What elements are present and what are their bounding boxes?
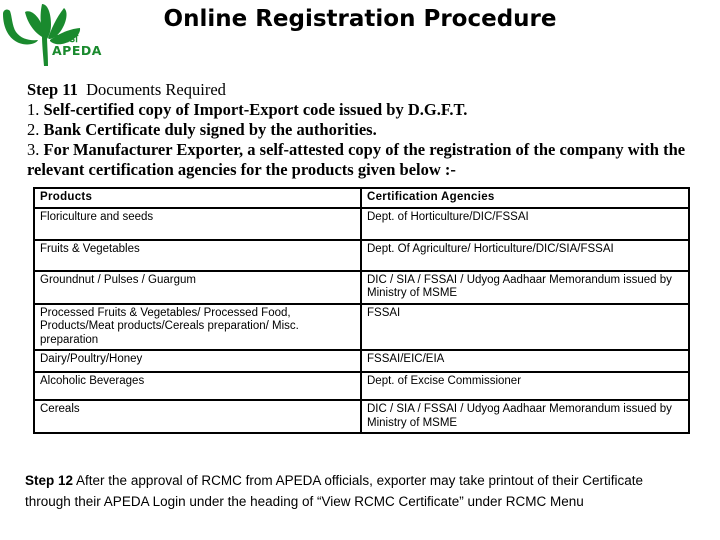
step12-section: Step 12 After the approval of RCMC from … [25,471,685,512]
step12-text: After the approval of RCMC from APEDA of… [25,473,644,509]
certification-agencies-table: Products Certification Agencies Floricul… [33,187,690,434]
table-header-row: Products Certification Agencies [33,187,690,209]
step11-section: Step 11 Documents Required 1. Self-certi… [27,80,695,180]
step11-heading-text: Documents Required [86,80,226,99]
document-item-number: 1. [27,100,40,119]
document-item-number: 2. [27,120,40,139]
table-row: Processed Fruits & Vegetables/ Processed… [33,302,690,351]
table-cell-agency: Dept. of Horticulture/DIC/FSSAI [360,206,690,241]
table-cell-product: Cereals [33,399,362,434]
table-row: Dairy/Poultry/Honey FSSAI/EIC/EIA [33,349,690,373]
step11-label: Step 11 [27,80,78,99]
table-header-products: Products [33,187,362,209]
step11-heading-line: Step 11 Documents Required [27,80,695,100]
table-cell-product: Groundnut / Pulses / Guargum [33,269,362,305]
table-cell-agency: DIC / SIA / FSSAI / Udyog Aadhaar Memora… [360,399,690,434]
table-cell-product: Fruits & Vegetables [33,238,362,272]
table-cell-agency: FSSAI [360,302,690,351]
table-cell-product: Alcoholic Beverages [33,371,362,401]
table-cell-agency: FSSAI/EIC/EIA [360,349,690,373]
document-item: 1. Self-certified copy of Import-Export … [27,100,695,120]
step12-label: Step 12 [25,473,74,488]
table-cell-product: Processed Fruits & Vegetables/ Processed… [33,302,362,351]
table-cell-agency: Dept. of Excise Commissioner [360,371,690,401]
table-cell-agency: Dept. Of Agriculture/ Horticulture/DIC/S… [360,238,690,272]
document-item-text: For Manufacturer Exporter, a self-attest… [27,140,686,179]
table-header-certification-agencies: Certification Agencies [360,187,690,209]
table-row: Groundnut / Pulses / Guargum DIC / SIA /… [33,269,690,305]
document-item-number: 3. [27,140,40,159]
document-item-text: Bank Certificate duly signed by the auth… [43,120,377,139]
table-row: Fruits & Vegetables Dept. Of Agriculture… [33,238,690,272]
table-cell-agency: DIC / SIA / FSSAI / Udyog Aadhaar Memora… [360,269,690,305]
table-row: Floriculture and seeds Dept. of Horticul… [33,206,690,241]
document-item-text: Self-certified copy of Import-Export cod… [43,100,468,119]
apeda-logo-english-text: APEDA [52,43,102,58]
page-header: एपीडा APEDA Online Registration Procedur… [0,0,720,78]
table-row: Cereals DIC / SIA / FSSAI / Udyog Aadhaa… [33,399,690,434]
table-row: Alcoholic Beverages Dept. of Excise Comm… [33,371,690,401]
document-item: 2. Bank Certificate duly signed by the a… [27,120,695,140]
document-item: 3. For Manufacturer Exporter, a self-att… [27,140,695,180]
table-cell-product: Floriculture and seeds [33,206,362,241]
page-title: Online Registration Procedure [163,6,557,32]
table-cell-product: Dairy/Poultry/Honey [33,349,362,373]
